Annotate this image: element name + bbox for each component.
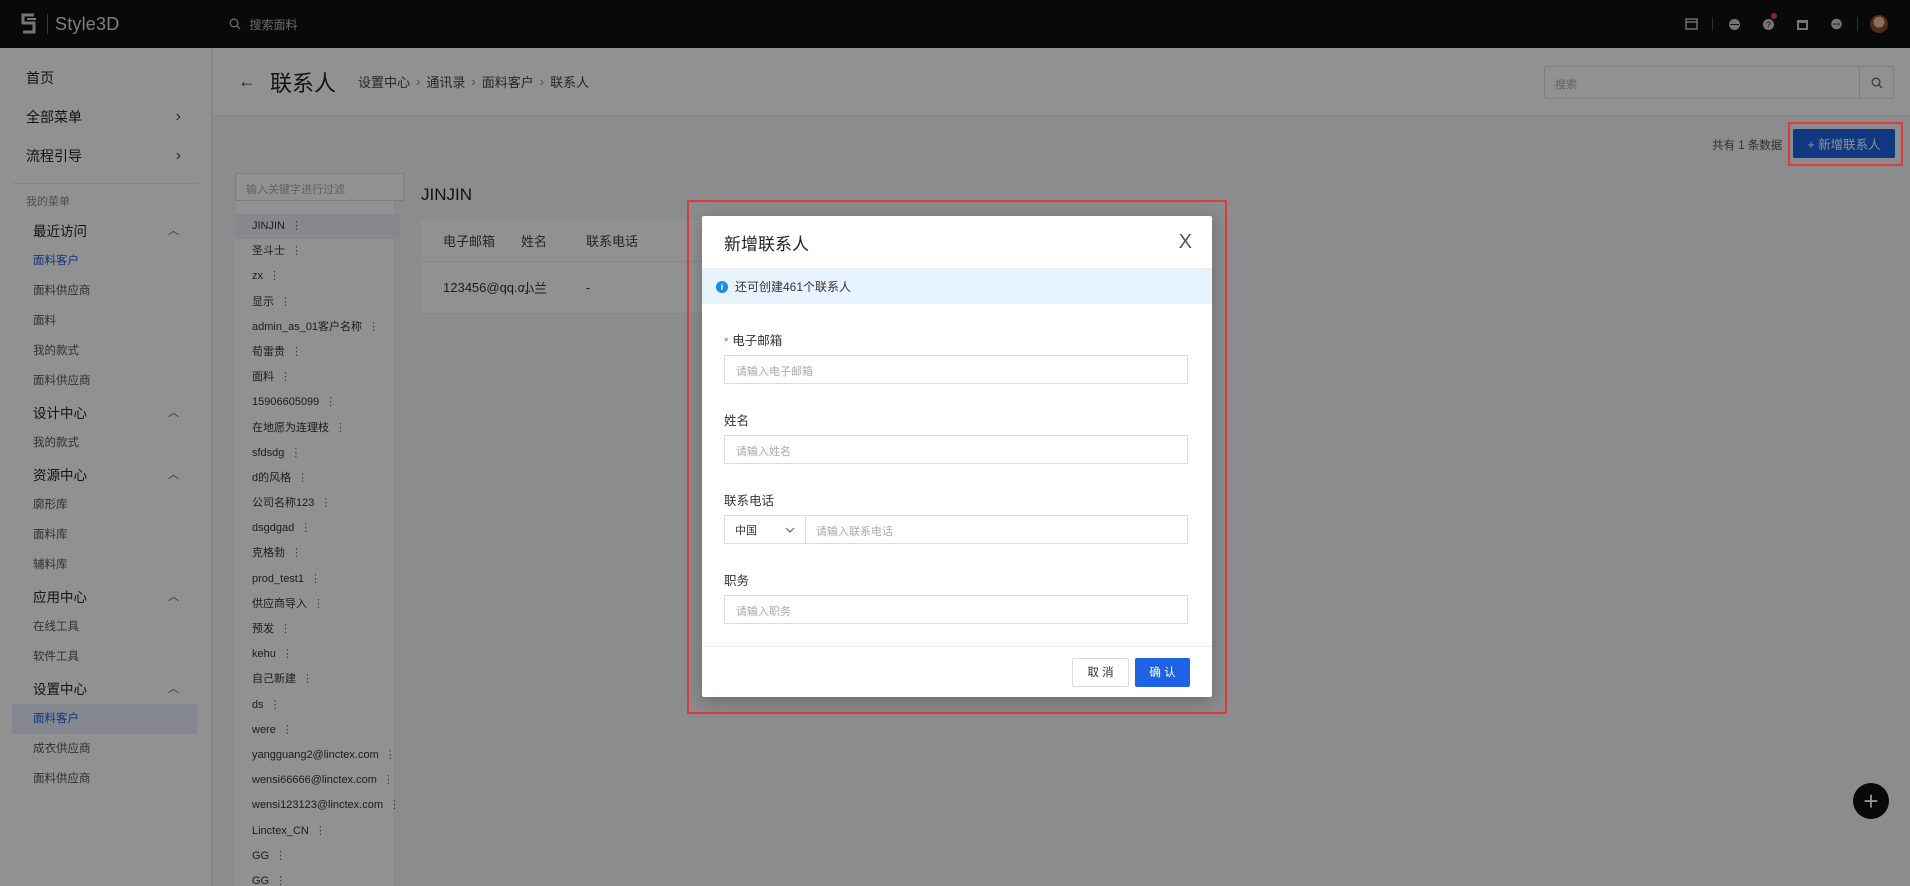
quota-notice-text: 还可创建461个联系人 — [735, 280, 852, 294]
dialog-footer: 取 消 确 认 — [702, 646, 1212, 697]
position-label: 职务 — [724, 574, 750, 588]
email-field-group: * 电子邮箱 请输入电子邮箱 — [724, 330, 1188, 384]
close-icon[interactable]: X — [1179, 232, 1192, 252]
email-field[interactable]: 请输入电子邮箱 — [724, 355, 1188, 384]
confirm-button[interactable]: 确 认 — [1135, 657, 1190, 687]
position-field[interactable]: 请输入职务 — [724, 595, 1188, 624]
email-label-text: 电子邮箱 — [732, 334, 783, 348]
highlight-box-add-button — [1788, 122, 1903, 166]
chevron-down-icon — [785, 527, 795, 533]
phone-field[interactable]: 请输入联系电话 — [806, 515, 1188, 544]
phone-row: 中国 请输入联系电话 — [724, 515, 1188, 544]
info-icon: i — [716, 280, 728, 293]
dialog-form: * 电子邮箱 请输入电子邮箱 姓名 请输入姓名 联系电话 中国 请输入联系电话 职… — [702, 330, 1212, 624]
dialog-title: 新增联系人 — [724, 234, 809, 254]
position-field-group: 职务 请输入职务 — [724, 570, 1188, 624]
required-mark: * — [724, 336, 729, 348]
cancel-button[interactable]: 取 消 — [1072, 657, 1129, 687]
name-field-group: 姓名 请输入姓名 — [724, 410, 1188, 464]
dialog-header: 新增联系人 X — [702, 216, 1212, 269]
name-field[interactable]: 请输入姓名 — [724, 435, 1188, 464]
phone-field-group: 联系电话 中国 请输入联系电话 — [724, 490, 1188, 544]
name-label: 姓名 — [724, 414, 750, 428]
email-label: * 电子邮箱 — [724, 330, 1188, 348]
country-select[interactable]: 中国 — [724, 515, 806, 544]
country-value: 中国 — [735, 524, 757, 537]
phone-label: 联系电话 — [724, 494, 775, 508]
add-contact-dialog: 新增联系人 X i 还可创建461个联系人 * 电子邮箱 请输入电子邮箱 姓名 请… — [702, 216, 1212, 697]
quota-notice: i 还可创建461个联系人 — [702, 269, 1212, 304]
